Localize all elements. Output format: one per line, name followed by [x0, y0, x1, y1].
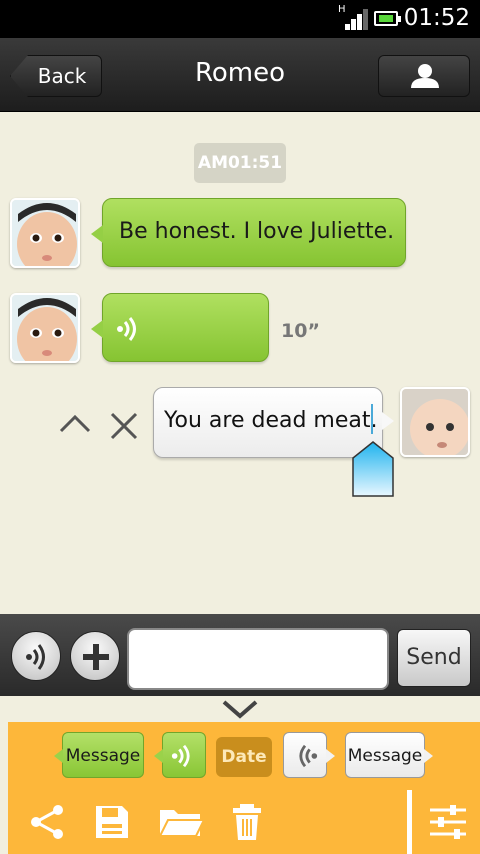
voice-wave-icon: [171, 744, 190, 768]
text-selection-handle[interactable]: [352, 441, 394, 497]
save-icon[interactable]: [92, 802, 132, 842]
legend-outgoing-message[interactable]: Message: [345, 732, 433, 778]
contact-avatar[interactable]: [10, 198, 80, 268]
settings-sliders-icon[interactable]: [428, 802, 468, 842]
incoming-voice-bubble[interactable]: [91, 293, 269, 362]
trash-icon[interactable]: [227, 802, 267, 842]
voice-wave-icon: [299, 744, 318, 768]
add-attachment-button[interactable]: [70, 631, 120, 681]
composer-bar: Send: [0, 614, 480, 696]
my-avatar[interactable]: [400, 387, 470, 457]
voice-wave-icon: [26, 644, 45, 670]
incoming-message-bubble[interactable]: Be honest. I love Juliette.: [91, 198, 406, 267]
legend-outgoing-voice[interactable]: [283, 732, 335, 778]
legend-incoming-voice[interactable]: [154, 732, 206, 778]
network-type-label: H: [338, 4, 346, 15]
time-badge: AM01:51: [194, 143, 286, 183]
voice-duration: 10”: [281, 320, 320, 342]
person-icon: [411, 64, 439, 88]
legend-label: Message: [347, 746, 423, 766]
legend-label: Date: [221, 747, 267, 767]
toolbar-divider: [407, 790, 412, 854]
contact-avatar[interactable]: [10, 293, 80, 363]
signal-icon: H: [338, 4, 368, 30]
voice-button[interactable]: [11, 631, 61, 681]
close-icon[interactable]: [108, 410, 140, 442]
message-text: You are dead meat.: [164, 408, 378, 433]
chevron-up-icon[interactable]: [58, 412, 92, 434]
chevron-down-icon: [222, 700, 258, 719]
legend-incoming-message[interactable]: Message: [54, 732, 144, 778]
legend-date[interactable]: Date: [216, 737, 272, 777]
status-bar: H 01:52: [0, 0, 480, 38]
panel-toggle[interactable]: [0, 696, 480, 722]
share-icon[interactable]: [28, 802, 68, 842]
battery-icon: [374, 11, 401, 26]
voice-wave-icon: [117, 317, 136, 341]
message-input[interactable]: [127, 628, 389, 690]
status-time: 01:52: [403, 5, 470, 31]
header-bar: Back Romeo: [0, 38, 480, 112]
bottom-panel: Message Date Message: [8, 722, 480, 854]
text-cursor: [371, 404, 373, 434]
profile-button[interactable]: [378, 55, 470, 97]
legend-label: Message: [65, 746, 141, 766]
folder-icon[interactable]: [158, 802, 206, 842]
outgoing-message-bubble[interactable]: You are dead meat.: [153, 387, 394, 458]
message-text: Be honest. I love Juliette.: [119, 219, 395, 244]
plus-icon: [83, 644, 109, 670]
send-button[interactable]: Send: [397, 629, 471, 687]
